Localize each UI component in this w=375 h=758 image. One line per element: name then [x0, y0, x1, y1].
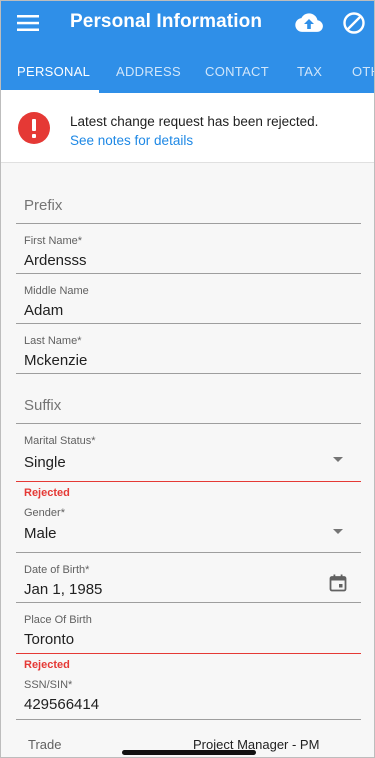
suffix-field[interactable]: Suffix — [16, 384, 361, 424]
tab-bar: PERSONAL ADDRESS CONTACT TAX OTH — [1, 47, 374, 93]
tab-tax[interactable]: TAX — [297, 64, 322, 79]
place-of-birth-rejected-badge: Rejected — [24, 659, 70, 671]
marital-status-select[interactable]: Marital Status* Single — [16, 430, 361, 482]
first-name-value: Ardensss — [24, 252, 87, 269]
trade-label: Trade — [28, 737, 62, 752]
place-of-birth-field[interactable]: Place Of Birth Toronto — [16, 609, 361, 654]
ssn-label: SSN/SIN* — [24, 679, 73, 691]
app-bar: Personal Information — [1, 1, 374, 47]
marital-status-label: Marital Status* — [24, 435, 96, 447]
date-of-birth-field[interactable]: Date of Birth* Jan 1, 1985 — [16, 559, 361, 603]
middle-name-label: Middle Name — [24, 285, 89, 297]
tab-other[interactable]: OTH — [352, 64, 374, 79]
rejection-alert: Latest change request has been rejected.… — [1, 93, 374, 163]
first-name-field[interactable]: First Name* Ardensss — [16, 230, 361, 274]
last-name-label: Last Name* — [24, 335, 82, 347]
date-of-birth-value: Jan 1, 1985 — [24, 581, 103, 598]
first-name-label: First Name* — [24, 235, 83, 247]
cloud-upload-icon[interactable] — [295, 10, 323, 36]
prefix-placeholder: Prefix — [24, 197, 63, 214]
marital-status-rejected-badge: Rejected — [24, 487, 70, 499]
home-indicator[interactable] — [122, 750, 256, 755]
chevron-down-icon — [333, 529, 343, 534]
marital-status-value: Single — [24, 454, 66, 471]
see-notes-link[interactable]: See notes for details — [70, 133, 193, 148]
middle-name-field[interactable]: Middle Name Adam — [16, 280, 361, 324]
chevron-down-icon — [333, 457, 343, 462]
place-of-birth-value: Toronto — [24, 631, 75, 648]
app-frame: Personal Information PERSONAL ADDRESS CO… — [0, 0, 375, 758]
suffix-placeholder: Suffix — [24, 397, 62, 414]
prefix-field[interactable]: Prefix — [16, 184, 361, 224]
ssn-field[interactable]: SSN/SIN* 429566414 — [16, 674, 361, 720]
tab-personal[interactable]: PERSONAL — [17, 64, 90, 79]
middle-name-value: Adam — [24, 302, 64, 319]
place-of-birth-label: Place Of Birth — [24, 614, 92, 626]
menu-icon[interactable] — [17, 13, 39, 33]
last-name-field[interactable]: Last Name* Mckenzie — [16, 330, 361, 374]
date-of-birth-label: Date of Birth* — [24, 564, 90, 576]
tab-contact[interactable]: CONTACT — [205, 64, 269, 79]
last-name-value: Mckenzie — [24, 352, 88, 369]
tab-address[interactable]: ADDRESS — [116, 64, 181, 79]
block-icon[interactable] — [342, 11, 366, 35]
ssn-value: 429566414 — [24, 696, 100, 713]
error-icon — [18, 112, 50, 144]
alert-message: Latest change request has been rejected. — [70, 114, 319, 129]
calendar-icon[interactable] — [329, 574, 347, 592]
gender-select[interactable]: Gender* Male — [16, 502, 361, 553]
page-title: Personal Information — [70, 11, 263, 32]
gender-value: Male — [24, 525, 57, 542]
gender-label: Gender* — [24, 507, 65, 519]
